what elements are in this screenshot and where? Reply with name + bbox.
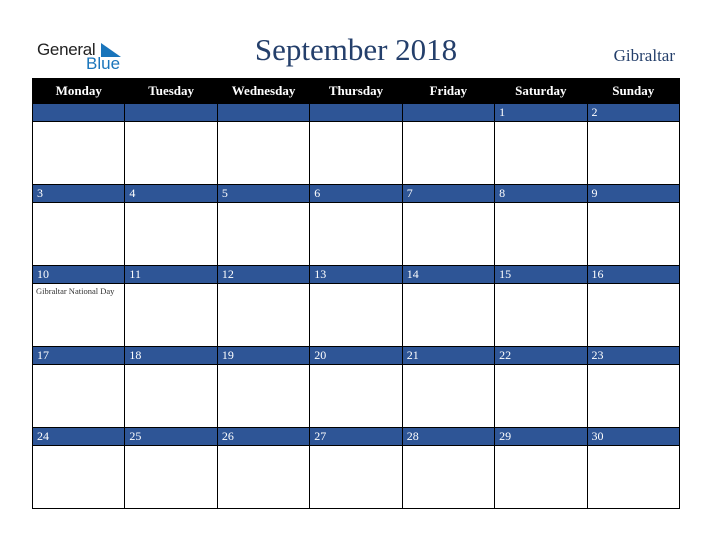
day-cell[interactable] [401, 445, 496, 509]
weekday-header: Saturday [494, 78, 588, 104]
day-number: 12 [216, 265, 311, 284]
day-number: 23 [586, 346, 681, 365]
day-number: 13 [309, 265, 403, 284]
day-cell[interactable] [216, 202, 311, 266]
weekday-header: Tuesday [124, 78, 218, 104]
week-event-row: Gibraltar National Day [31, 283, 681, 347]
day-number: 21 [401, 346, 496, 365]
day-number: 10 [31, 265, 126, 284]
day-cell[interactable] [216, 445, 311, 509]
day-cell[interactable] [401, 121, 496, 185]
day-number: 26 [216, 427, 311, 446]
weekday-header: Monday [31, 78, 126, 104]
weekday-header: Wednesday [216, 78, 311, 104]
day-number [401, 103, 496, 122]
day-cell[interactable] [586, 202, 681, 266]
week-date-row: 17 18 19 20 21 22 23 [31, 346, 681, 365]
day-number: 22 [494, 346, 588, 365]
day-number: 16 [586, 265, 681, 284]
day-cell[interactable] [494, 121, 588, 185]
day-number: 25 [124, 427, 218, 446]
day-number: 4 [124, 184, 218, 203]
calendar-grid: Monday Tuesday Wednesday Thursday Friday… [31, 78, 681, 509]
day-cell[interactable] [401, 202, 496, 266]
day-cell[interactable] [309, 202, 403, 266]
day-cell[interactable] [124, 445, 218, 509]
day-cell[interactable] [586, 364, 681, 428]
day-number: 17 [31, 346, 126, 365]
day-cell[interactable] [401, 283, 496, 347]
weekday-header: Thursday [309, 78, 403, 104]
day-number: 20 [309, 346, 403, 365]
day-cell[interactable] [31, 121, 126, 185]
day-number: 6 [309, 184, 403, 203]
day-cell[interactable] [216, 364, 311, 428]
week-event-row [31, 364, 681, 428]
day-number: 15 [494, 265, 588, 284]
day-cell[interactable] [494, 445, 588, 509]
day-number: 18 [124, 346, 218, 365]
day-number: 1 [494, 103, 588, 122]
day-cell[interactable] [586, 283, 681, 347]
week-date-row: 3456789 [31, 184, 681, 203]
page-title: September 2018 [254, 32, 458, 67]
day-cell[interactable] [31, 202, 126, 266]
day-number: 24 [31, 427, 126, 446]
day-cell[interactable] [309, 364, 403, 428]
day-cell[interactable] [31, 445, 126, 509]
week-event-row [31, 202, 681, 266]
day-cell[interactable] [124, 283, 218, 347]
day-cell[interactable] [124, 364, 218, 428]
day-cell[interactable] [124, 121, 218, 185]
day-number: 28 [401, 427, 496, 446]
day-cell[interactable] [31, 364, 126, 428]
day-number: 3 [31, 184, 126, 203]
day-cell[interactable] [586, 445, 681, 509]
day-cell[interactable] [586, 121, 681, 185]
week-event-row [31, 121, 681, 185]
week-event-row [31, 445, 681, 509]
day-number: 14 [401, 265, 496, 284]
day-number: 30 [586, 427, 681, 446]
day-number: 19 [216, 346, 311, 365]
day-number [216, 103, 311, 122]
country-label: Gibraltar [613, 46, 675, 65]
day-cell[interactable] [216, 121, 311, 185]
day-number [124, 103, 218, 122]
day-number: 27 [309, 427, 403, 446]
day-cell[interactable] [309, 283, 403, 347]
week-date-row: 12 [31, 103, 681, 122]
day-number: 5 [216, 184, 311, 203]
week-date-row: 10 11 12 13 14 15 16 [31, 265, 681, 284]
day-cell[interactable]: Gibraltar National Day [31, 283, 126, 347]
weekday-header: Sunday [586, 78, 681, 104]
day-number: 29 [494, 427, 588, 446]
day-number: 8 [494, 184, 588, 203]
day-cell[interactable] [401, 364, 496, 428]
week-date-row: 24 25 26 27 28 29 30 [31, 427, 681, 446]
day-cell[interactable] [494, 202, 588, 266]
day-cell[interactable] [309, 121, 403, 185]
day-number [31, 103, 126, 122]
weekday-header: Friday [401, 78, 496, 104]
day-number: 11 [124, 265, 218, 284]
day-number: 7 [401, 184, 496, 203]
day-cell[interactable] [309, 445, 403, 509]
day-number: 2 [586, 103, 681, 122]
day-cell[interactable] [124, 202, 218, 266]
day-cell[interactable] [216, 283, 311, 347]
day-cell[interactable] [494, 364, 588, 428]
weekday-header-row: Monday Tuesday Wednesday Thursday Friday… [31, 78, 681, 104]
day-number: 9 [586, 184, 681, 203]
day-number [309, 103, 403, 122]
day-cell[interactable] [494, 283, 588, 347]
